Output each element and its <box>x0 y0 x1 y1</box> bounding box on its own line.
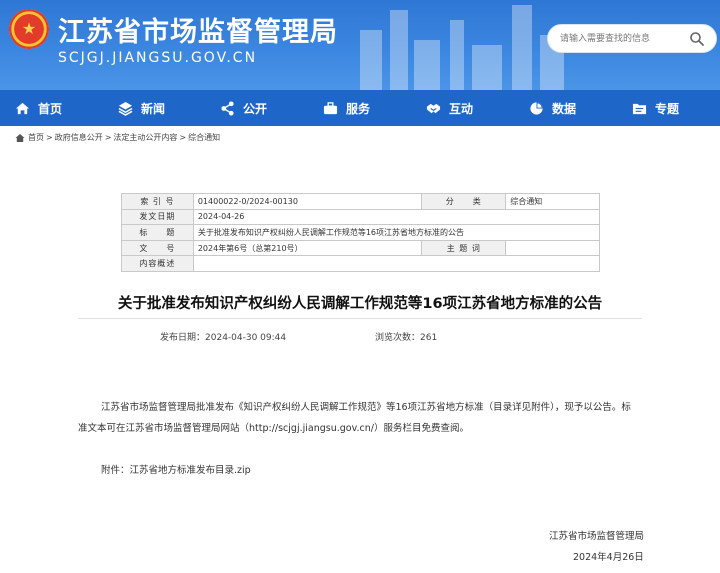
breadcrumb-home[interactable]: 首页 <box>28 132 44 143</box>
subject-value: 关于批准发布知识产权纠纷人民调解工作规范等16项江苏省地方标准的公告 <box>192 224 601 241</box>
home-icon <box>15 133 25 142</box>
nav-item-topics[interactable]: 专题 <box>632 90 679 126</box>
nav-item-public[interactable]: 公开 <box>220 90 267 126</box>
table-row: 内容概述 <box>121 255 601 272</box>
docno-label: 文 号 <box>121 239 194 257</box>
search-input[interactable] <box>560 30 685 48</box>
nav-label-topics: 专题 <box>655 101 680 116</box>
search-icon[interactable] <box>689 31 705 47</box>
nav-item-interact[interactable]: 互动 <box>426 90 473 126</box>
breadcrumb-separator: > <box>46 133 53 142</box>
table-row: 索 引 号 01400022-0/2024-00130 分 类 综合通知 <box>121 193 600 210</box>
nav-item-home[interactable]: 首页 <box>15 90 62 126</box>
view-count: 浏览次数：261 <box>375 330 437 343</box>
breadcrumb-notice[interactable]: 综合通知 <box>188 132 220 143</box>
breadcrumb-gov-info[interactable]: 政府信息公开 <box>55 132 103 143</box>
share-icon <box>221 100 234 116</box>
site-subtitle: SCJGJ.JIANGSU.GOV.CN <box>58 50 258 66</box>
attachment: 附件：江苏省地方标准发布目录.zip <box>101 462 251 476</box>
nav-label-data: 数据 <box>552 101 577 116</box>
home-icon <box>15 102 30 114</box>
date-value: 2024-04-26 <box>192 208 601 226</box>
category-value: 综合通知 <box>505 193 600 210</box>
subject-label: 标 题 <box>121 224 194 241</box>
nav-label-public: 公开 <box>243 101 268 116</box>
search-box <box>547 24 717 53</box>
signature-date: 2024年4月26日 <box>573 552 644 563</box>
breadcrumb-separator: > <box>104 133 112 142</box>
breadcrumb-separator: > <box>179 133 187 142</box>
layers-icon <box>118 101 133 116</box>
table-row: 文 号 2024年第6号（总第210号） 主 题 词 <box>121 239 600 257</box>
nav-label-service: 服务 <box>346 101 371 116</box>
nav-item-data[interactable]: 数据 <box>529 90 576 126</box>
pie-chart-icon <box>530 101 543 115</box>
nav-item-news[interactable]: 新闻 <box>118 90 165 126</box>
table-row: 标 题 关于批准发布知识产权纠纷人民调解工作规范等16项江苏省地方标准的公告 <box>121 224 601 241</box>
breadcrumb: 首页 > 政府信息公开 > 法定主动公开内容 > 综合通知 <box>15 132 222 143</box>
signature-org: 江苏省市场监督管理局 <box>549 531 645 542</box>
article-paragraph-line2: 准文本可在江苏省市场监督管理局网站（http://scjgj.jiangsu.g… <box>78 423 469 434</box>
nav-label-news: 新闻 <box>141 101 166 116</box>
index-value: 01400022-0/2024-00130 <box>192 193 423 210</box>
document-info-table: 索 引 号 01400022-0/2024-00130 分 类 综合通知 发文日… <box>121 193 601 272</box>
attachment-label: 附件： <box>101 465 130 476</box>
publish-date: 发布日期：2024-04-30 09:44 <box>160 330 286 343</box>
nav-item-service[interactable]: 服务 <box>323 90 370 126</box>
article-paragraph-line1: 江苏省市场监督管理局批准发布《知识产权纠纷人民调解工作规范》等16项江苏省地方标… <box>101 402 631 413</box>
index-label: 索 引 号 <box>121 193 194 210</box>
summary-label: 内容概述 <box>121 255 194 272</box>
views-value: 261 <box>420 333 438 343</box>
keywords-value <box>505 239 600 257</box>
views-label: 浏览次数： <box>375 333 421 343</box>
breadcrumb-statutory[interactable]: 法定主动公开内容 <box>113 132 177 143</box>
category-label: 分 类 <box>421 193 507 210</box>
summary-value <box>192 255 601 272</box>
keywords-label: 主 题 词 <box>421 239 507 257</box>
briefcase-icon <box>323 101 338 114</box>
docno-value: 2024年第6号（总第210号） <box>192 239 423 257</box>
nav-label-home: 首页 <box>38 101 63 116</box>
site-title[interactable]: 江苏省市场监督管理局 <box>58 10 338 49</box>
publish-label: 发布日期： <box>160 333 206 343</box>
site-header: ★ 江苏省市场监督管理局 SCJGJ.JIANGSU.GOV.CN <box>0 0 720 90</box>
date-label: 发文日期 <box>121 208 194 226</box>
handshake-icon <box>426 103 441 113</box>
main-nav: 首页 新闻 公开 服务 互动 数据 专题 <box>0 90 720 126</box>
attachment-link[interactable]: 江苏省地方标准发布目录.zip <box>130 465 251 476</box>
national-emblem-icon: ★ <box>9 9 49 49</box>
folder-icon <box>632 103 647 114</box>
table-row: 发文日期 2024-04-26 <box>121 208 601 226</box>
article-title: 关于批准发布知识产权纠纷人民调解工作规范等16项江苏省地方标准的公告 <box>117 296 603 312</box>
divider <box>78 318 642 319</box>
nav-label-interact: 互动 <box>449 101 474 116</box>
publish-value: 2024-04-30 09:44 <box>205 333 287 343</box>
